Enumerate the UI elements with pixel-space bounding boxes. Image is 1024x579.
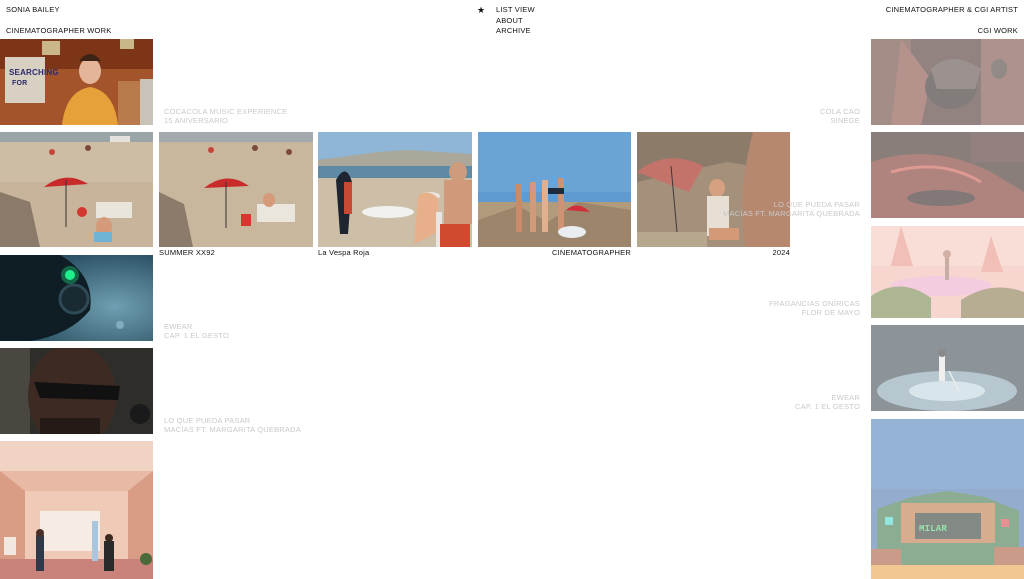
svg-text:MILAR: MILAR bbox=[919, 524, 947, 534]
site-tagline: CINEMATOGRAPHER & CGI ARTIST bbox=[885, 5, 1018, 14]
project-thumb-cocacola[interactable]: SEARCHING FOR bbox=[0, 39, 153, 125]
thumbnail-image: MILAR bbox=[871, 419, 1024, 579]
svg-text:FOR: FOR bbox=[12, 80, 27, 87]
thumbnail-image bbox=[871, 325, 1024, 411]
project-subtitle: MACÍAS FT. MARGARITA QUEBRADA bbox=[723, 209, 860, 218]
thumbnail-image bbox=[871, 39, 1024, 125]
project-thumb-summer-4[interactable] bbox=[637, 132, 790, 247]
section-label-cgi[interactable]: CGI WORK bbox=[978, 26, 1018, 37]
project-title: EWEAR bbox=[164, 322, 193, 331]
nav-about[interactable]: ABOUT bbox=[496, 16, 535, 27]
project-caption-right-2[interactable]: LO QUE PUEDA PASAR MACÍAS FT. MARGARITA … bbox=[723, 200, 860, 218]
project-title: COCACOLA MUSIC EXPERIENCE bbox=[164, 107, 288, 116]
thumbnail-image bbox=[871, 226, 1024, 318]
project-thumb-pixel-stage[interactable]: MILAR bbox=[871, 419, 1024, 579]
project-thumb-car[interactable] bbox=[871, 132, 1024, 218]
project-thumb-lo-que-pueda-pasar[interactable] bbox=[0, 348, 153, 434]
project-caption-right-4[interactable]: EWEAR CAP. 1 EL GESTO bbox=[795, 393, 860, 411]
thumbnail-image bbox=[318, 132, 472, 247]
brand-name[interactable]: SONIA BAILEY bbox=[6, 5, 60, 16]
project-subtitle: SINEGE bbox=[830, 116, 860, 125]
project-subtitle: 15 ANIVERSARIO bbox=[164, 116, 229, 125]
project-title: EWEAR bbox=[831, 393, 860, 402]
project-thumb-la-vespa-roja[interactable] bbox=[318, 132, 472, 247]
svg-text:SEARCHING: SEARCHING bbox=[9, 68, 59, 77]
section-label-cinematographer[interactable]: CINEMATOGRAPHER WORK bbox=[6, 26, 111, 37]
project-caption-left-3[interactable]: EWEAR CAP. 1 EL GESTO bbox=[164, 322, 229, 340]
thumbnail-image bbox=[478, 132, 631, 247]
project-title: COLA CAO bbox=[820, 107, 860, 116]
thumbnail-image bbox=[0, 255, 153, 341]
main-nav: LIST VIEW ABOUT ARCHIVE bbox=[496, 5, 535, 37]
project-thumb-ewear[interactable] bbox=[0, 255, 153, 341]
project-subtitle: MACÍAS FT. MARGARITA QUEBRADA bbox=[164, 425, 301, 434]
project-title: LO QUE PUEDA PASAR bbox=[773, 200, 860, 209]
project-thumb-summer-1[interactable] bbox=[159, 132, 313, 247]
thumbnail-image bbox=[637, 132, 790, 247]
project-thumb-cola-cao[interactable] bbox=[871, 39, 1024, 125]
project-thumb-summer-left[interactable] bbox=[0, 132, 153, 247]
thumbnail-image bbox=[159, 132, 313, 247]
thumbnail-image bbox=[0, 348, 153, 434]
project-caption-right-1[interactable]: COLA CAO SINEGE bbox=[820, 107, 860, 125]
thumbnail-image bbox=[0, 132, 153, 247]
star-icon: ★ bbox=[477, 5, 486, 15]
project-caption-right-3[interactable]: FRAGANCIAS ONÍRICAS FLOR DE MAYO bbox=[769, 299, 860, 317]
project-thumb-pink-room[interactable] bbox=[0, 441, 153, 579]
nav-list-view[interactable]: LIST VIEW bbox=[496, 5, 535, 16]
project-caption-left-4[interactable]: LO QUE PUEDA PASAR MACÍAS FT. MARGARITA … bbox=[164, 416, 301, 434]
project-subtitle: CAP. 1 EL GESTO bbox=[795, 402, 860, 411]
row-caption-1[interactable]: SUMMER XX92 bbox=[159, 248, 215, 257]
project-title: FRAGANCIAS ONÍRICAS bbox=[769, 299, 860, 308]
project-caption-left-1[interactable]: COCACOLA MUSIC EXPERIENCE 15 ANIVERSARIO bbox=[164, 107, 287, 125]
row-caption-4[interactable]: 2024 bbox=[637, 248, 790, 257]
project-title: LO QUE PUEDA PASAR bbox=[164, 416, 251, 425]
thumbnail-image bbox=[0, 441, 153, 579]
row-caption-2[interactable]: La Vespa Roja bbox=[318, 248, 369, 257]
project-thumb-fragancias[interactable] bbox=[871, 226, 1024, 318]
project-subtitle: FLOR DE MAYO bbox=[801, 308, 860, 317]
thumbnail-image: SEARCHING FOR bbox=[0, 39, 153, 125]
nav-archive[interactable]: ARCHIVE bbox=[496, 26, 535, 37]
row-caption-3[interactable]: CINEMATOGRAPHER bbox=[478, 248, 631, 257]
project-thumb-summer-3[interactable] bbox=[478, 132, 631, 247]
project-thumb-ewear-cgi[interactable] bbox=[871, 325, 1024, 411]
thumbnail-image bbox=[871, 132, 1024, 218]
project-subtitle: CAP. 1 EL GESTO bbox=[164, 331, 229, 340]
